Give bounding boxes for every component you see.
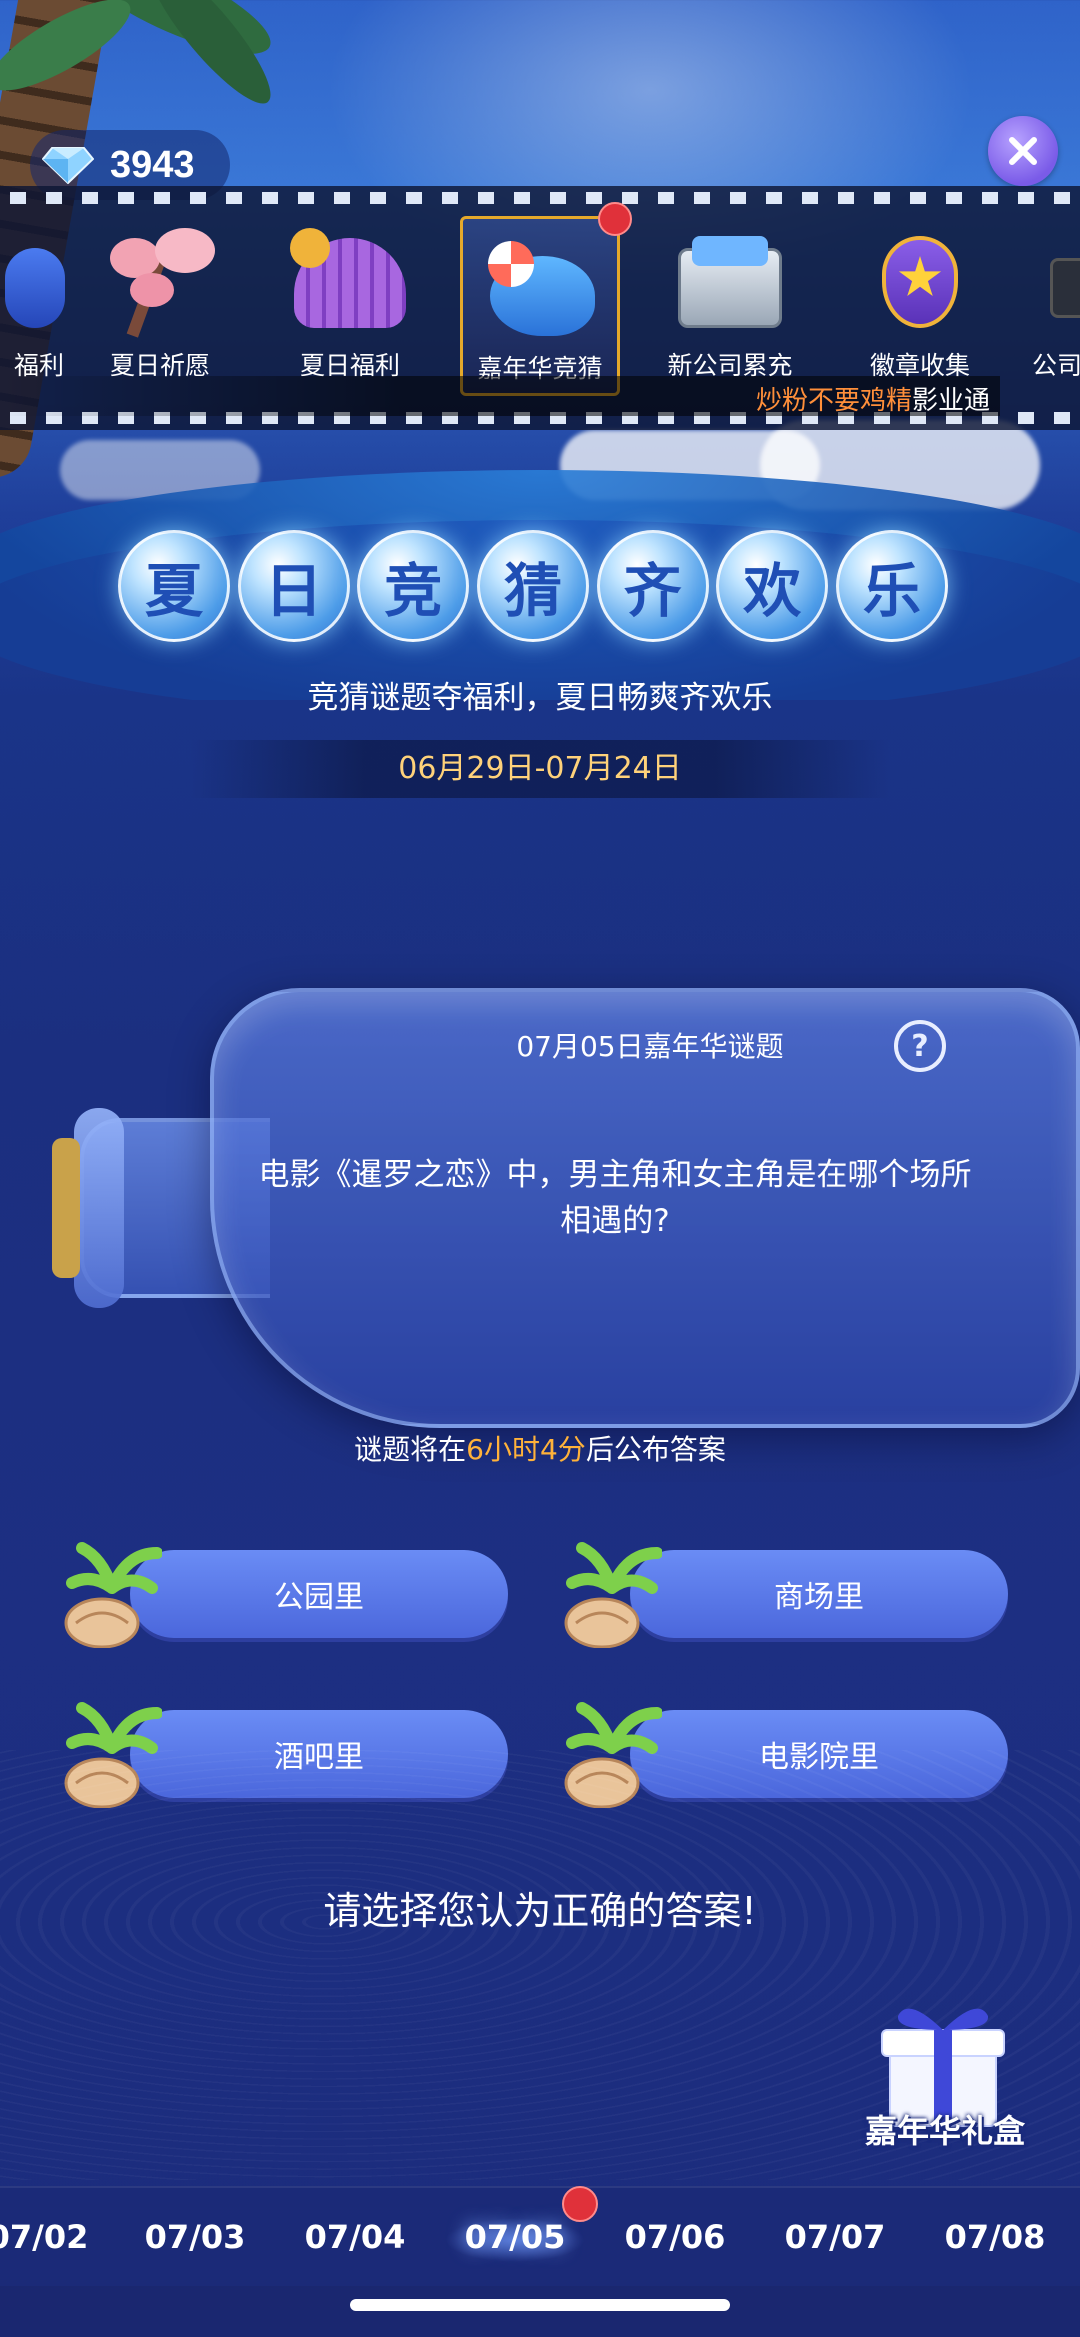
countdown-suffix: 后公布答案 <box>585 1433 726 1466</box>
diamond-icon <box>42 146 94 184</box>
cherry-blossom-icon <box>100 228 220 338</box>
whale-icon <box>480 231 600 341</box>
event-title: 夏 日 竞 猜 齐 欢 乐 <box>118 530 948 660</box>
title-bubble: 齐 <box>596 530 709 642</box>
answer-option-mall[interactable]: 商场里 <box>564 1542 1008 1648</box>
date-tab[interactable]: 07/03 <box>125 2218 265 2256</box>
palm-shell-icon <box>64 1542 162 1648</box>
event-date-range: 06月29日-07月24日 <box>190 740 890 798</box>
tab-welfare[interactable]: 福利 <box>0 216 80 396</box>
bottom-safe-area <box>0 2286 1080 2337</box>
date-tab[interactable]: 07/04 <box>285 2218 425 2256</box>
tab-carnival-quiz[interactable]: 嘉年华竞猜 <box>460 216 620 396</box>
title-bubble: 夏 <box>118 530 230 642</box>
treasure-chest-icon <box>670 228 790 338</box>
help-button[interactable]: ? <box>894 1020 946 1072</box>
answer-option-park[interactable]: 公园里 <box>64 1542 508 1648</box>
notification-dot <box>598 202 632 236</box>
title-bubble: 日 <box>237 530 350 642</box>
title-bubble: 乐 <box>835 530 948 642</box>
activity-tab-strip: 福利 夏日祈愿 夏日福利 嘉年华竞猜 新公司累充 徽章收集 公司 炒粉不要鸡精影… <box>0 186 1080 430</box>
date-selector: 07/02 07/03 07/04 07/05 07/06 07/07 07/0… <box>0 2186 1080 2286</box>
blue-character-icon <box>0 228 65 338</box>
marquee-text: 影业通 <box>911 386 990 416</box>
star-badge-icon <box>860 228 980 338</box>
tab-company[interactable]: 公司 <box>1030 216 1080 396</box>
gift-box-label: 嘉年华礼盒 <box>864 2112 1025 2150</box>
marquee-user: 炒粉不要鸡精 <box>755 386 912 416</box>
close-icon <box>1009 137 1037 165</box>
countdown-time: 6小时4分 <box>466 1433 586 1466</box>
puzzle-question: 电影《暹罗之恋》中，男主角和女主角是在哪个场所相遇的? <box>258 1157 972 1239</box>
date-tab[interactable]: 07/06 <box>605 2218 745 2256</box>
title-bubble: 竞 <box>357 530 470 642</box>
close-button[interactable] <box>988 116 1058 186</box>
question-mark-icon: ? <box>911 1028 929 1064</box>
tab-summer-welfare[interactable]: 夏日福利 <box>275 216 425 396</box>
puzzle-title: 07月05日嘉年华谜题 <box>516 1030 784 1063</box>
date-tab-selected[interactable]: 07/05 <box>445 2218 585 2256</box>
tab-new-company-recharge[interactable]: 新公司累充 <box>655 216 805 396</box>
title-bubble: 欢 <box>716 530 829 642</box>
date-tab[interactable]: 07/08 <box>925 2218 1065 2256</box>
date-tab[interactable]: 07/02 <box>0 2218 108 2256</box>
tab-summer-wish[interactable]: 夏日祈愿 <box>85 216 235 396</box>
option-label: 商场里 <box>630 1550 1008 1638</box>
event-subtitle: 竞猜谜题夺福利，夏日畅爽齐欢乐 <box>307 680 773 716</box>
countdown-prefix: 谜题将在 <box>354 1433 467 1466</box>
diamond-amount: 3943 <box>110 143 195 186</box>
palm-shell-icon <box>564 1542 662 1648</box>
option-label: 公园里 <box>130 1550 508 1638</box>
title-bubble: 猜 <box>476 530 589 642</box>
announcement-marquee: 炒粉不要鸡精影业通 <box>0 376 1000 416</box>
home-indicator[interactable] <box>350 2299 730 2311</box>
date-tab[interactable]: 07/07 <box>765 2218 905 2256</box>
shell-icon <box>290 228 410 338</box>
camera-icon <box>1050 228 1080 338</box>
tab-label: 公司 <box>1032 351 1080 380</box>
notification-dot <box>562 2186 598 2222</box>
answer-countdown: 谜题将在6小时4分后公布答案 <box>0 1428 1080 1468</box>
tab-badge-collection[interactable]: 徽章收集 <box>845 216 995 396</box>
answer-prompt: 请选择您认为正确的答案! <box>323 1889 757 1933</box>
